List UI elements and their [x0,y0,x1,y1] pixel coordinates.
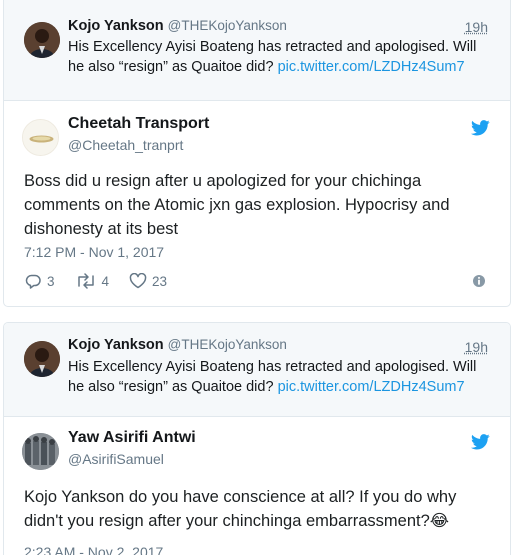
reply-author-handle[interactable]: @THEKojoYankson [168,337,287,352]
laughing-emoji: 😂 [429,512,450,530]
reply-author-display-name[interactable]: Kojo Yankson [68,18,164,34]
tweet-body: Kojo Yankson do you have conscience at a… [24,488,457,530]
retweet-icon [77,273,94,289]
info-icon[interactable] [472,274,486,288]
twitter-bird-icon[interactable] [471,434,490,450]
avatar[interactable] [22,119,59,156]
tweet-text: Boss did u resign after u apologized for… [24,172,450,238]
reply-pic-link[interactable]: pic.twitter.com/LZDHz4Sum7 [278,59,465,75]
twitter-bird-icon[interactable] [471,120,490,136]
reply-count: 3 [47,273,55,289]
avatar[interactable] [24,22,60,58]
retweet-count: 4 [101,273,110,289]
like-icon [129,273,147,289]
cheetah-logo-icon [23,120,58,155]
author-handle[interactable]: @AsirifiSamuel [68,451,164,467]
tweet-text: Kojo Yankson do you have conscience at a… [24,485,494,533]
author-name[interactable]: Yaw Asirifi Antwi [68,429,196,447]
reply-text: His Excellency Ayisi Boateng has retract… [68,37,488,77]
reply-icon [25,274,41,289]
reply-author-name[interactable]: Kojo Yankson @THEKojoYankson [68,18,287,34]
retweet-button[interactable]: 4 [75,273,110,289]
like-button[interactable]: 23 [129,273,167,289]
person-photo-icon [24,22,60,58]
tweet-timestamp[interactable]: 2:23 AM - Nov 2, 2017 [24,544,163,555]
reply-button[interactable]: 3 [24,273,55,289]
group-photo-icon [22,433,59,470]
reply-author-handle[interactable]: @THEKojoYankson [168,18,287,33]
quoted-reply-context[interactable]: Kojo Yankson @THEKojoYankson 19h His Exce… [4,0,510,101]
reply-timestamp[interactable]: 19h [465,339,488,355]
like-count: 23 [152,273,168,289]
reply-text: His Excellency Ayisi Boateng has retract… [68,357,488,397]
avatar[interactable] [22,433,59,470]
author-name[interactable]: Cheetah Transport [68,115,209,133]
reply-pic-link[interactable]: pic.twitter.com/LZDHz4Sum7 [278,379,465,395]
tweet-card[interactable]: Kojo Yankson @THEKojoYankson 19h His Exce… [3,0,511,307]
tweet-actions: 3 4 23 [24,271,187,291]
reply-author-name[interactable]: Kojo Yankson @THEKojoYankson [68,337,287,353]
person-photo-icon [24,341,60,377]
avatar[interactable] [24,341,60,377]
author-handle[interactable]: @Cheetah_tranprt [68,137,183,153]
quoted-reply-context[interactable]: Kojo Yankson @THEKojoYankson 19h His Exce… [4,323,510,417]
tweet-card[interactable]: Kojo Yankson @THEKojoYankson 19h His Exce… [3,322,511,555]
reply-author-display-name[interactable]: Kojo Yankson [68,337,164,353]
reply-timestamp[interactable]: 19h [465,19,488,35]
tweet-timestamp[interactable]: 7:12 PM - Nov 1, 2017 [24,244,164,260]
